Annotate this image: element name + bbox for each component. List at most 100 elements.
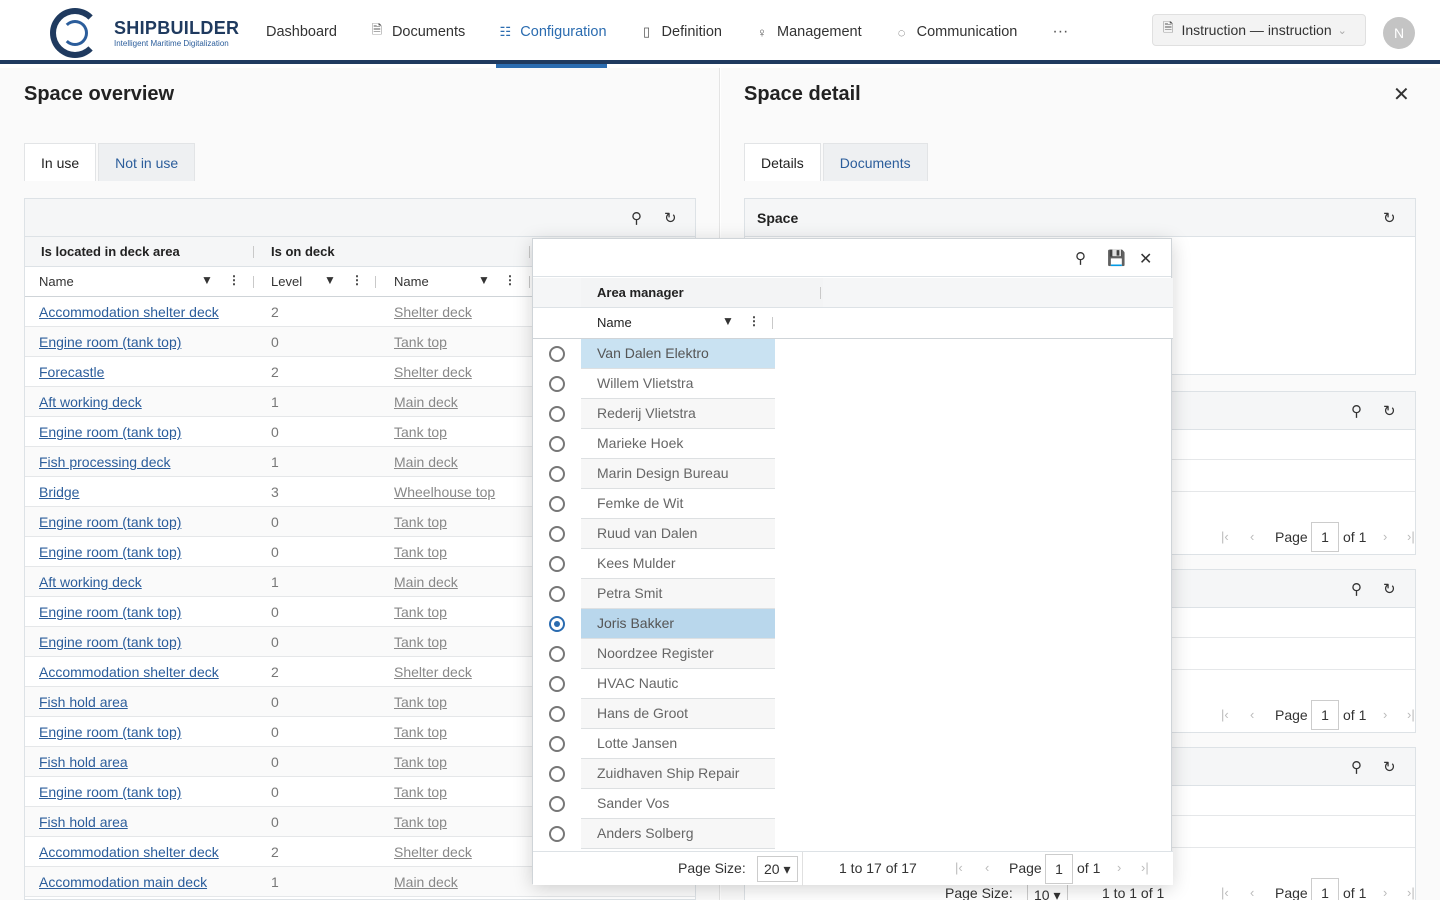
page-number-input[interactable]: 1: [1311, 878, 1339, 900]
deck-area-link[interactable]: Accommodation shelter deck: [39, 664, 219, 680]
previous-page-icon[interactable]: ‹: [1250, 529, 1254, 544]
next-page-icon[interactable]: ›: [1117, 860, 1121, 875]
page-size-select[interactable]: 20 ▾: [757, 856, 798, 882]
radio-button[interactable]: [549, 406, 565, 422]
radio-button[interactable]: [549, 346, 565, 362]
radio-button[interactable]: [549, 436, 565, 452]
column-separator[interactable]: [772, 317, 773, 329]
previous-page-icon[interactable]: ‹: [1250, 885, 1254, 900]
deck-area-link[interactable]: Fish hold area: [39, 754, 128, 770]
deck-link[interactable]: Main deck: [394, 454, 458, 470]
deck-link[interactable]: Shelter deck: [394, 304, 472, 320]
close-icon[interactable]: ✕: [1139, 249, 1152, 269]
search-icon[interactable]: ⚲: [1351, 580, 1362, 598]
deck-link[interactable]: Shelter deck: [394, 364, 472, 380]
deck-area-link[interactable]: Engine room (tank top): [39, 724, 181, 740]
column-header-level[interactable]: Level: [271, 274, 302, 289]
deck-link[interactable]: Tank top: [394, 724, 447, 740]
first-page-icon[interactable]: |‹: [1221, 885, 1229, 900]
column-header-name[interactable]: Name: [39, 274, 74, 289]
column-menu-icon[interactable]: ⋮: [748, 314, 760, 328]
last-page-icon[interactable]: ›|: [1141, 860, 1149, 875]
user-avatar[interactable]: N: [1383, 17, 1415, 49]
radio-button[interactable]: [549, 826, 565, 842]
deck-link[interactable]: Tank top: [394, 514, 447, 530]
refresh-icon[interactable]: ↻: [664, 209, 677, 227]
deck-link[interactable]: Tank top: [394, 424, 447, 440]
close-icon[interactable]: ✕: [1393, 82, 1410, 107]
deck-area-link[interactable]: Engine room (tank top): [39, 514, 181, 530]
radio-button[interactable]: [549, 526, 565, 542]
deck-area-link[interactable]: Engine room (tank top): [39, 424, 181, 440]
column-separator[interactable]: [253, 246, 254, 258]
deck-link[interactable]: Main deck: [394, 574, 458, 590]
last-page-icon[interactable]: ›|: [1407, 707, 1415, 722]
radio-button[interactable]: [549, 556, 565, 572]
first-page-icon[interactable]: |‹: [1221, 529, 1229, 544]
deck-link[interactable]: Tank top: [394, 784, 447, 800]
list-item[interactable]: Petra Smit: [533, 579, 775, 609]
next-page-icon[interactable]: ›: [1383, 707, 1387, 722]
deck-area-link[interactable]: Engine room (tank top): [39, 604, 181, 620]
list-item[interactable]: Van Dalen Elektro: [533, 339, 775, 369]
tab-documents[interactable]: Documents: [822, 143, 928, 181]
previous-page-icon[interactable]: ‹: [1250, 707, 1254, 722]
deck-area-link[interactable]: Engine room (tank top): [39, 634, 181, 650]
tab-not-in-use[interactable]: Not in use: [98, 143, 196, 181]
nav-item-configuration[interactable]: ☷ Configuration: [496, 0, 607, 68]
deck-area-link[interactable]: Bridge: [39, 484, 79, 500]
deck-link[interactable]: Shelter deck: [394, 664, 472, 680]
shipbuilder-logo[interactable]: SHIPBUILDER Intelligent Maritime Digital…: [50, 8, 250, 58]
deck-link[interactable]: Tank top: [394, 754, 447, 770]
list-item[interactable]: Ruud van Dalen: [533, 519, 775, 549]
list-item[interactable]: Femke de Wit: [533, 489, 775, 519]
radio-button[interactable]: [549, 736, 565, 752]
list-item[interactable]: Zuidhaven Ship Repair: [533, 759, 775, 789]
search-icon[interactable]: ⚲: [1351, 758, 1362, 776]
column-separator[interactable]: [253, 276, 254, 288]
column-menu-icon[interactable]: ⋮: [504, 273, 516, 287]
search-icon[interactable]: ⚲: [1075, 249, 1086, 267]
tab-in-use[interactable]: In use: [24, 143, 97, 181]
refresh-icon[interactable]: ↻: [1383, 402, 1396, 420]
list-item[interactable]: Marin Design Bureau: [533, 459, 775, 489]
last-page-icon[interactable]: ›|: [1407, 529, 1415, 544]
search-icon[interactable]: ⚲: [1351, 402, 1362, 420]
list-item[interactable]: Marieke Hoek: [533, 429, 775, 459]
first-page-icon[interactable]: |‹: [1221, 707, 1229, 722]
column-separator[interactable]: [820, 287, 821, 299]
nav-item-documents[interactable]: 🗎 Documents: [368, 0, 466, 64]
tab-details[interactable]: Details: [744, 143, 821, 181]
deck-area-link[interactable]: Engine room (tank top): [39, 334, 181, 350]
radio-button[interactable]: [549, 796, 565, 812]
deck-link[interactable]: Main deck: [394, 874, 458, 890]
radio-button[interactable]: [549, 646, 565, 662]
instruction-select[interactable]: 🗎 Instruction — instruction ⌄: [1152, 14, 1366, 46]
deck-link[interactable]: Tank top: [394, 604, 447, 620]
refresh-icon[interactable]: ↻: [1383, 580, 1396, 598]
column-separator[interactable]: [529, 276, 530, 288]
nav-more-button[interactable]: ···: [1052, 0, 1068, 64]
deck-link[interactable]: Tank top: [394, 334, 447, 350]
column-separator[interactable]: [529, 246, 530, 258]
radio-button[interactable]: [549, 706, 565, 722]
deck-area-link[interactable]: Engine room (tank top): [39, 544, 181, 560]
filter-icon[interactable]: ▼: [722, 314, 734, 328]
deck-area-link[interactable]: Fish processing deck: [39, 454, 171, 470]
previous-page-icon[interactable]: ‹: [985, 860, 989, 875]
nav-item-communication[interactable]: ◌ Communication: [893, 0, 1018, 64]
deck-link[interactable]: Tank top: [394, 544, 447, 560]
deck-area-link[interactable]: Accommodation shelter deck: [39, 844, 219, 860]
radio-button[interactable]: [549, 766, 565, 782]
nav-item-definition[interactable]: ▯ Definition: [638, 0, 722, 64]
radio-button[interactable]: [549, 376, 565, 392]
first-page-icon[interactable]: |‹: [955, 860, 963, 875]
list-item[interactable]: Rederij Vlietstra: [533, 399, 775, 429]
list-item[interactable]: Noordzee Register: [533, 639, 775, 669]
refresh-icon[interactable]: ↻: [1383, 209, 1396, 227]
deck-area-link[interactable]: Fish hold area: [39, 694, 128, 710]
radio-button[interactable]: [549, 616, 565, 632]
deck-area-link[interactable]: Accommodation shelter deck: [39, 304, 219, 320]
list-item[interactable]: Hans de Groot: [533, 699, 775, 729]
column-menu-icon[interactable]: ⋮: [228, 273, 240, 287]
